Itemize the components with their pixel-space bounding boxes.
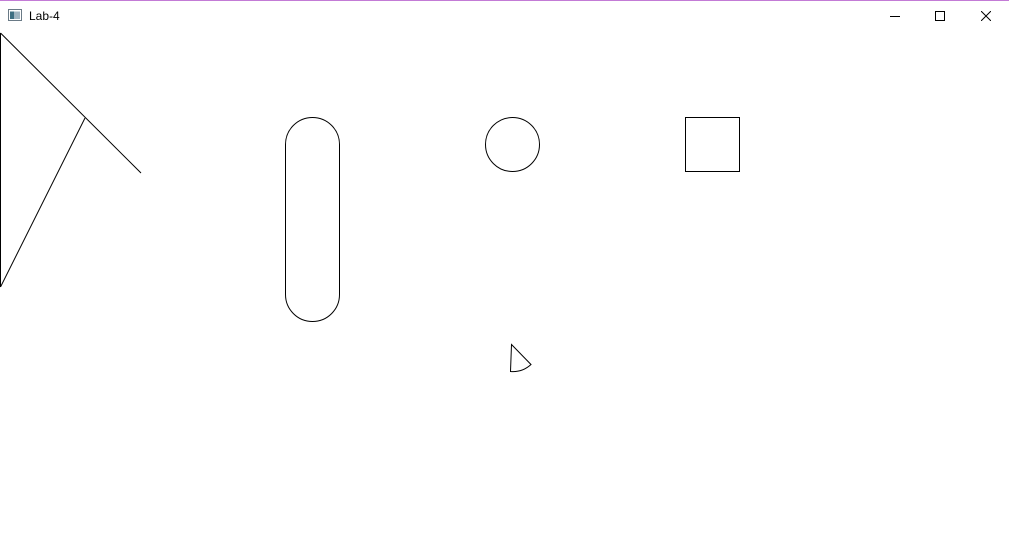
capsule-shape <box>285 117 340 322</box>
pie-slice-shape <box>509 343 532 373</box>
minimize-button[interactable] <box>872 1 918 31</box>
app-window: Lab-4 <box>0 0 1009 547</box>
minimize-icon <box>890 16 900 17</box>
square-shape <box>685 117 740 172</box>
circle-shape <box>485 117 540 172</box>
maximize-icon <box>935 11 945 21</box>
close-button[interactable] <box>963 1 1009 31</box>
title-bar[interactable]: Lab-4 <box>0 1 1009 31</box>
drawing-canvas <box>0 32 740 373</box>
maximize-button[interactable] <box>917 1 963 31</box>
diagonal-line-short <box>0 117 86 288</box>
diagonal-line-long <box>0 32 142 174</box>
close-icon <box>981 11 991 21</box>
window-app-icon <box>8 9 22 21</box>
window-title: Lab-4 <box>29 9 60 23</box>
